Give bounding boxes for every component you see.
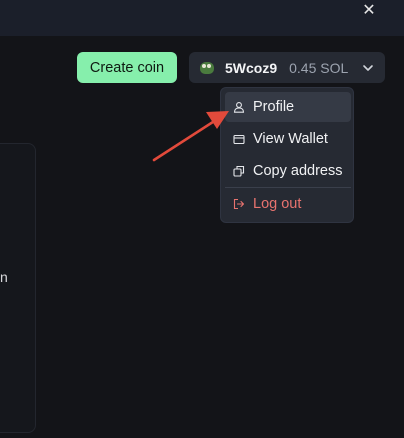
wallet-avatar: [200, 61, 214, 74]
user-icon: [233, 101, 245, 113]
wallet-balance: 0.45 SOL: [289, 59, 349, 76]
top-banner: ✕: [0, 0, 404, 36]
wallet-name: 5Wcoz9: [225, 59, 278, 76]
wallet-icon: [233, 133, 245, 145]
menu-item-label: Profile: [253, 99, 295, 115]
card-text-fragment: n: [0, 269, 8, 285]
menu-item-view-wallet[interactable]: View Wallet: [225, 124, 351, 154]
close-icon[interactable]: ✕: [358, 2, 380, 20]
create-coin-button[interactable]: Create coin: [77, 52, 177, 83]
menu-item-log-out[interactable]: Log out: [225, 189, 351, 219]
content-card: [0, 143, 36, 433]
logout-icon: [233, 198, 245, 210]
menu-item-profile[interactable]: Profile: [225, 92, 351, 122]
chevron-down-icon: [362, 62, 374, 74]
menu-item-copy-address[interactable]: Copy address: [225, 156, 351, 186]
copy-icon: [233, 165, 245, 177]
menu-item-label: Log out: [253, 196, 302, 212]
menu-item-label: View Wallet: [253, 131, 328, 147]
menu-divider: [225, 187, 351, 188]
menu-item-label: Copy address: [253, 163, 343, 179]
wallet-dropdown-menu: Profile View Wallet Copy address Log out: [220, 87, 354, 223]
wallet-dropdown-button[interactable]: 5Wcoz9 0.45 SOL: [189, 52, 385, 83]
